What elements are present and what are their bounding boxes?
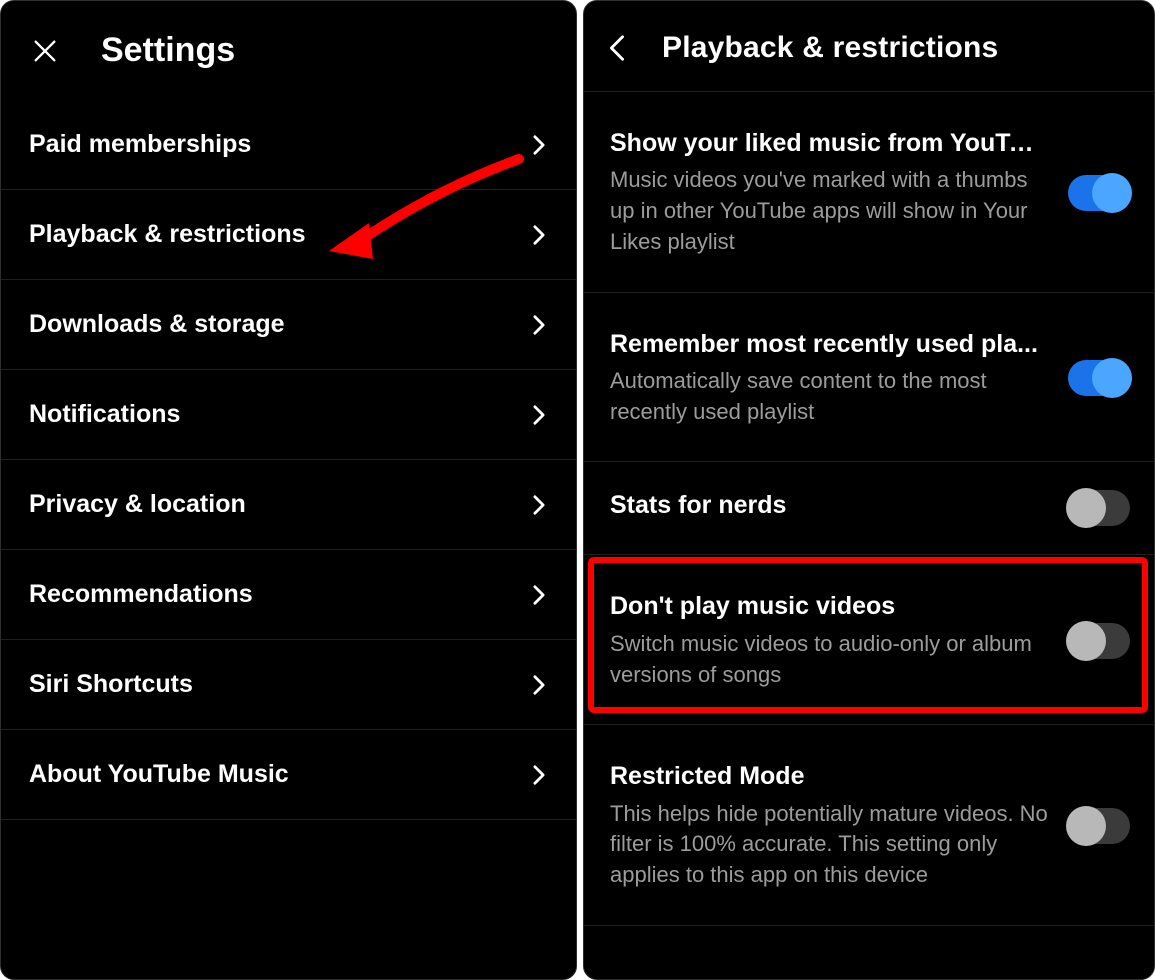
settings-item-paid-memberships[interactable]: Paid memberships	[1, 100, 576, 190]
setting-remember-playlist[interactable]: Remember most recently used pla... Autom…	[584, 293, 1154, 463]
close-icon[interactable]	[27, 33, 63, 69]
setting-title: Remember most recently used pla...	[610, 329, 1040, 360]
settings-item-label: Privacy & location	[29, 490, 246, 519]
setting-title: Show your liked music from YouTu...	[610, 128, 1040, 159]
settings-item-siri-shortcuts[interactable]: Siri Shortcuts	[1, 640, 576, 730]
settings-screen: Settings Paid memberships Playback & res…	[0, 0, 577, 980]
settings-item-notifications[interactable]: Notifications	[1, 370, 576, 460]
settings-item-downloads-storage[interactable]: Downloads & storage	[1, 280, 576, 370]
settings-item-privacy-location[interactable]: Privacy & location	[1, 460, 576, 550]
settings-title: Settings	[101, 31, 235, 70]
settings-item-about[interactable]: About YouTube Music	[1, 730, 576, 820]
toggle-restricted-mode[interactable]	[1068, 808, 1130, 844]
chevron-right-icon	[528, 764, 550, 786]
toggle-stats-for-nerds[interactable]	[1068, 490, 1130, 526]
settings-item-label: Notifications	[29, 400, 180, 429]
settings-item-label: About YouTube Music	[29, 760, 289, 789]
toggle-remember-playlist[interactable]	[1068, 360, 1130, 396]
chevron-right-icon	[528, 224, 550, 246]
chevron-right-icon	[528, 314, 550, 336]
back-icon[interactable]	[602, 33, 632, 63]
toggle-dont-play-music-videos[interactable]	[1068, 623, 1130, 659]
settings-item-label: Paid memberships	[29, 130, 251, 159]
chevron-right-icon	[528, 674, 550, 696]
playback-header: Playback & restrictions	[584, 1, 1154, 92]
setting-dont-play-music-videos[interactable]: Don't play music videos Switch music vid…	[584, 555, 1154, 725]
chevron-right-icon	[528, 134, 550, 156]
settings-item-label: Recommendations	[29, 580, 253, 609]
settings-item-recommendations[interactable]: Recommendations	[1, 550, 576, 640]
settings-item-playback-restrictions[interactable]: Playback & restrictions	[1, 190, 576, 280]
playback-title: Playback & restrictions	[662, 31, 998, 65]
setting-title: Restricted Mode	[610, 761, 1040, 792]
setting-desc: This helps hide potentially mature video…	[610, 799, 1050, 891]
chevron-right-icon	[528, 584, 550, 606]
setting-show-liked-music[interactable]: Show your liked music from YouTu... Musi…	[584, 92, 1154, 293]
chevron-right-icon	[528, 404, 550, 426]
settings-item-label: Playback & restrictions	[29, 220, 306, 249]
playback-restrictions-screen: Playback & restrictions Show your liked …	[583, 0, 1155, 980]
settings-header: Settings	[1, 1, 576, 100]
setting-stats-for-nerds[interactable]: Stats for nerds	[584, 462, 1154, 555]
toggle-show-liked-music[interactable]	[1068, 175, 1130, 211]
chevron-right-icon	[528, 494, 550, 516]
setting-title: Stats for nerds	[610, 490, 1040, 521]
setting-title: Don't play music videos	[610, 591, 1040, 622]
setting-desc: Switch music videos to audio-only or alb…	[610, 629, 1050, 691]
settings-item-label: Siri Shortcuts	[29, 670, 193, 699]
setting-desc: Automatically save content to the most r…	[610, 366, 1050, 428]
settings-item-label: Downloads & storage	[29, 310, 285, 339]
setting-desc: Music videos you've marked with a thumbs…	[610, 165, 1050, 257]
setting-restricted-mode[interactable]: Restricted Mode This helps hide potentia…	[584, 725, 1154, 926]
